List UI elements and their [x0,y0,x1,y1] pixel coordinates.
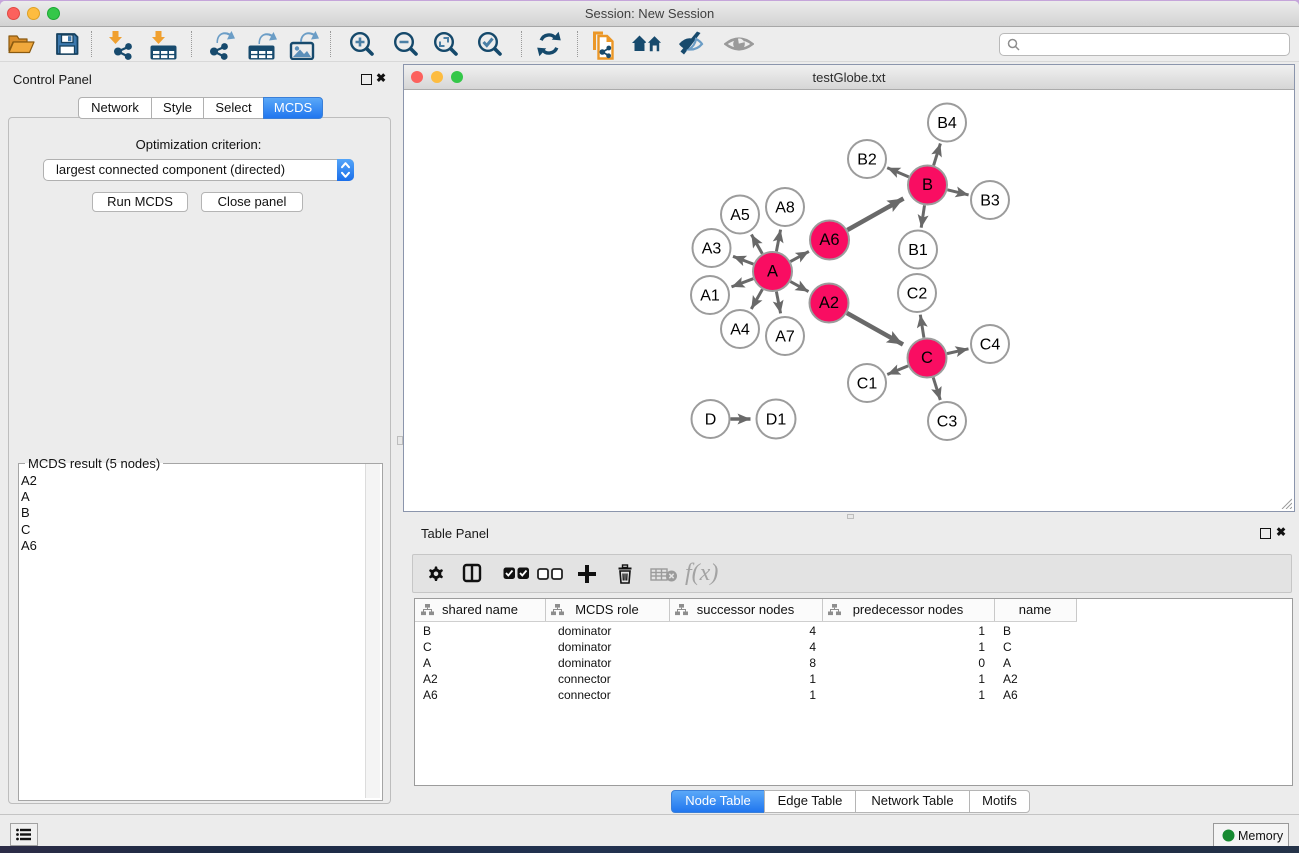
svg-text:A4: A4 [730,322,750,339]
svg-text:D1: D1 [766,412,787,429]
svg-text:C3: C3 [937,414,958,431]
svg-text:A8: A8 [775,200,795,217]
svg-text:C2: C2 [907,286,928,303]
svg-text:B3: B3 [980,193,1000,210]
svg-text:A2: A2 [819,294,839,312]
svg-text:A5: A5 [730,207,750,224]
svg-text:C1: C1 [857,376,878,393]
svg-text:B2: B2 [857,152,877,169]
svg-text:A6: A6 [819,231,839,249]
svg-text:A1: A1 [700,288,720,305]
svg-text:B1: B1 [908,242,928,259]
svg-text:B: B [922,176,933,194]
svg-text:A7: A7 [775,329,795,346]
svg-text:A: A [767,263,778,281]
svg-text:C4: C4 [980,337,1001,354]
svg-text:B4: B4 [937,115,957,132]
svg-text:D: D [705,412,717,429]
svg-text:A3: A3 [702,241,722,258]
svg-text:C: C [921,349,933,367]
